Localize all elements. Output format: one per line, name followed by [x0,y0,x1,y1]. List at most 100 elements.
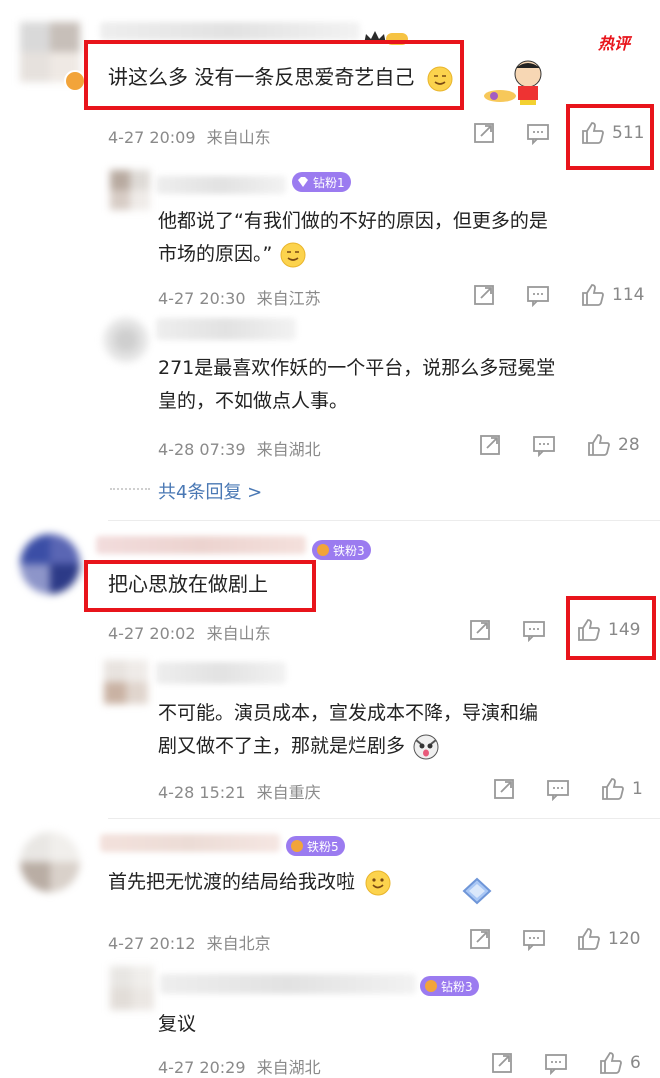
username[interactable] [100,22,360,40]
reply-meta: 4-27 20:29 来自湖北 [158,1054,321,1078]
like-button[interactable]: 1 [600,776,643,802]
highlight-box [84,560,316,612]
like-count: 1 [632,779,643,799]
location: 来自湖北 [256,440,321,459]
reply-text: 271是最喜欢作妖的一个平台，说那么多冠冕堂 皇的，不如做点人事。 [158,357,556,412]
highlight-box [566,596,656,660]
share-icon [470,620,490,640]
username[interactable] [156,318,296,340]
share-icon [470,929,490,949]
divider [108,520,660,521]
like-count: 114 [612,285,645,305]
share-button[interactable] [472,282,498,308]
share-icon [494,779,514,799]
thumbs-up-icon [602,778,624,800]
reply-text: 不可能。演员成本，宣发成本不降，导演和编 剧又做不了主，那就是烂剧多 [158,697,538,763]
reply-actions: 6 [490,1050,641,1076]
location: 来自山东 [206,624,271,643]
comment-button[interactable] [546,776,572,802]
location: 来自山东 [206,128,271,147]
diamond-icon [298,177,308,187]
dotted-line [110,488,150,490]
comment-icon [523,621,545,642]
like-count: 6 [630,1053,641,1073]
reply-meta: 4-27 20:30 来自江苏 [158,285,321,309]
timestamp: 4-27 20:30 [158,289,246,308]
reply-text: 复议 [158,1013,197,1035]
more-replies-link[interactable]: 共4条回复 > [158,478,262,504]
timestamp: 4-27 20:12 [108,934,196,953]
avatar[interactable] [110,170,150,210]
like-count: 28 [618,435,640,455]
fan-badge: 铁粉3 [312,540,371,560]
avatar[interactable] [20,832,80,892]
crayon-shinchan-sticker-icon [482,58,548,106]
like-button[interactable]: 28 [586,432,640,458]
comment-meta: 4-27 20:09 来自山东 [108,124,271,148]
timestamp: 4-27 20:02 [108,624,196,643]
fan-level-icon [317,544,329,556]
divider [108,818,660,819]
like-button[interactable]: 120 [576,926,640,952]
timestamp: 4-27 20:09 [108,128,196,147]
fan-level-icon [425,980,437,992]
like-count: 120 [608,929,641,949]
avatar[interactable] [110,966,154,1010]
timestamp: 4-28 15:21 [158,783,246,802]
thumbs-up-icon [582,284,604,306]
comment-button[interactable] [522,926,548,952]
comment-meta: 4-27 20:12 来自北京 [108,930,271,954]
verified-badge-icon [64,70,86,92]
reply-text: 他都说了“有我们做的不好的原因，但更多的是 市场的原因。” [158,205,548,271]
reply-actions: 1 [492,776,643,802]
fan-badge: 铁粉5 [286,836,345,856]
comment-button[interactable] [544,1050,570,1076]
comment-button[interactable] [526,120,552,146]
comment-meta: 4-27 20:02 来自山东 [108,620,271,644]
fan-badge: 钻粉1 [292,172,351,192]
comment-icon [523,930,545,951]
smile-emoji-icon [365,870,391,896]
reply-meta: 4-28 15:21 来自重庆 [158,779,321,803]
comment-button[interactable] [522,617,548,643]
comment-icon [527,286,549,307]
username[interactable] [160,974,416,994]
thumbs-up-icon [588,434,610,456]
share-icon [492,1053,512,1073]
comment-text: 首先把无忧渡的结局给我改啦 [108,866,391,899]
hot-comment-badge: 热评 [598,34,631,53]
diamond-sticker-icon [460,876,494,906]
comment-icon [533,436,555,457]
avatar[interactable] [104,660,148,704]
reply-actions: 28 [478,432,640,458]
avatar[interactable] [20,534,80,594]
reply-actions: 114 [472,282,644,308]
share-button[interactable] [490,1050,516,1076]
username[interactable] [156,176,286,194]
like-button[interactable]: 114 [580,282,644,308]
username[interactable] [156,662,286,684]
share-button[interactable] [492,776,518,802]
username[interactable] [96,536,306,554]
share-button[interactable] [478,432,504,458]
location: 来自湖北 [256,1058,321,1077]
username[interactable] [100,834,280,852]
location: 来自重庆 [256,783,321,802]
avatar[interactable] [104,318,148,362]
comment-button[interactable] [526,282,552,308]
comment-actions: 120 [468,926,640,952]
share-button[interactable] [472,120,498,146]
smirk-emoji-icon [280,242,306,268]
comment-button[interactable] [532,432,558,458]
timestamp: 4-27 20:29 [158,1058,246,1077]
comment-icon [545,1054,567,1075]
share-icon [480,435,500,455]
comment-icon [527,124,549,145]
dog-emoji-icon [413,734,439,760]
thumbs-up-icon [600,1052,622,1074]
share-button[interactable] [468,617,494,643]
share-button[interactable] [468,926,494,952]
location: 来自北京 [206,934,271,953]
like-button[interactable]: 6 [598,1050,641,1076]
fan-badge: 钻粉3 [420,976,479,996]
